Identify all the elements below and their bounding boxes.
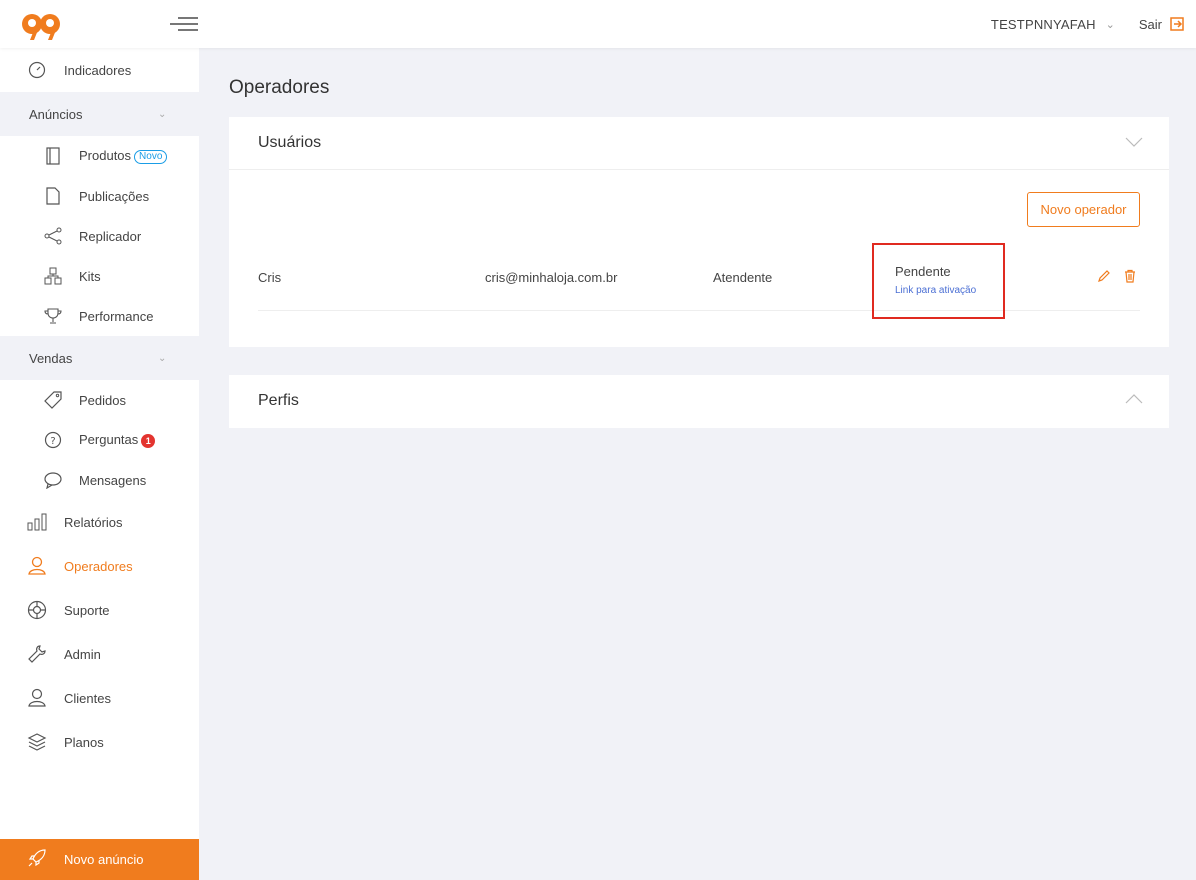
share-icon xyxy=(43,226,63,246)
sidebar-section-anuncios[interactable]: Anúncios ⌄ xyxy=(0,92,199,136)
usuarios-card: Usuários Novo operador Cris cris@minhalo… xyxy=(229,117,1169,347)
logout-label: Sair xyxy=(1138,16,1162,32)
sidebar-item-label: Admin xyxy=(64,646,101,662)
sidebar-item-relatorios[interactable]: Relatórios xyxy=(0,502,199,542)
sidebar-item-operadores[interactable]: Operadores xyxy=(0,546,199,586)
sidebar-item-publicacoes[interactable]: Publicações xyxy=(0,176,199,216)
sidebar-item-label: Publicações xyxy=(79,188,150,204)
sidebar-item-label-wrap: Perguntas 1 xyxy=(79,432,156,448)
sidebar-item-indicadores[interactable]: Indicadores xyxy=(0,50,199,90)
notebook-icon xyxy=(43,146,63,166)
user-area: TESTPNNYAFAH ⌄ Sair xyxy=(991,0,1184,48)
users-icon xyxy=(27,556,47,576)
sidebar-item-label: Mensagens xyxy=(79,472,147,488)
top-bar: TESTPNNYAFAH ⌄ Sair xyxy=(0,0,1196,48)
menu-toggle-icon[interactable] xyxy=(170,14,198,34)
sidebar-item-label: Relatórios xyxy=(64,514,123,530)
perfis-card-header[interactable]: Perfis xyxy=(229,375,1169,428)
table-row: Cris cris@minhaloja.com.br Atendente Pen… xyxy=(258,242,1140,319)
usuarios-card-header[interactable]: Usuários xyxy=(229,117,1169,170)
card-title: Usuários xyxy=(258,134,322,151)
sidebar-item-label: Replicador xyxy=(79,228,142,244)
sidebar-item-kits[interactable]: Kits xyxy=(0,256,199,296)
notification-badge: 1 xyxy=(141,433,156,448)
sidebar-item-planos[interactable]: Planos xyxy=(0,722,199,762)
sidebar-item-performance[interactable]: Performance xyxy=(0,296,199,336)
sidebar-item-produtos[interactable]: Produtos Novo xyxy=(0,136,199,176)
rocket-icon xyxy=(27,848,47,871)
chevron-down-icon: ⌄ xyxy=(158,352,167,364)
sidebar-item-mensagens[interactable]: Mensagens xyxy=(0,460,199,500)
lifebuoy-icon xyxy=(27,600,47,620)
file-icon xyxy=(43,186,63,206)
perfis-card: Perfis xyxy=(229,375,1169,428)
sidebar-item-label: Produtos xyxy=(79,148,132,164)
kits-icon xyxy=(43,266,63,286)
trophy-icon xyxy=(43,306,63,326)
username[interactable]: TESTPNNYAFAH xyxy=(991,17,1096,32)
question-icon: ? xyxy=(43,430,63,450)
sidebar-item-label: Planos xyxy=(64,734,104,750)
logout-button[interactable]: Sair xyxy=(1139,17,1184,32)
sidebar-item-label: Kits xyxy=(79,268,101,284)
operator-email: cris@minhaloja.com.br xyxy=(485,270,618,285)
sidebar-item-label: Indicadores xyxy=(64,62,132,78)
tag-icon xyxy=(43,390,63,410)
status-highlight-box: Pendente Link para ativação xyxy=(872,243,1005,319)
row-actions xyxy=(1097,269,1137,283)
sidebar-item-label: Operadores xyxy=(64,558,133,574)
sidebar-item-pedidos[interactable]: Pedidos xyxy=(0,380,199,420)
page-title: Operadores xyxy=(229,77,330,98)
sidebar-item-suporte[interactable]: Suporte xyxy=(0,590,199,630)
gauge-icon xyxy=(27,60,47,80)
sidebar-item-label: Performance xyxy=(79,308,154,324)
sidebar-item-label: Clientes xyxy=(64,690,111,706)
chevron-down-icon[interactable]: ⌄ xyxy=(1106,18,1115,31)
operator-name: Cris xyxy=(258,270,282,285)
logout-icon xyxy=(1170,17,1184,31)
bar-chart-icon xyxy=(27,512,47,532)
sidebar-item-admin[interactable]: Admin xyxy=(0,634,199,674)
new-operator-button[interactable]: Novo operador xyxy=(1027,192,1140,227)
svg-text:?: ? xyxy=(50,436,55,447)
new-ad-button[interactable]: Novo anúncio xyxy=(0,839,199,880)
trash-icon[interactable] xyxy=(1123,269,1137,283)
sidebar-item-perguntas[interactable]: ? Perguntas 1 xyxy=(0,420,199,460)
status-text: Pendente xyxy=(895,264,951,279)
sidebar-section-vendas[interactable]: Vendas ⌄ xyxy=(0,336,199,380)
section-label: Vendas xyxy=(29,350,73,366)
sidebar-item-label: Suporte xyxy=(64,602,110,618)
new-badge: Novo xyxy=(134,149,168,164)
sidebar: Indicadores Anúncios ⌄ Produtos Novo Publ… xyxy=(0,48,199,880)
operator-role: Atendente xyxy=(713,270,773,285)
activation-link[interactable]: Link para ativação xyxy=(895,285,976,296)
sidebar-item-label: Pedidos xyxy=(79,392,126,408)
section-label: Anúncios xyxy=(29,106,83,122)
logo[interactable] xyxy=(20,10,62,42)
chevron-down-icon: ⌄ xyxy=(158,108,167,120)
wrench-icon xyxy=(27,644,47,664)
sidebar-item-label-wrap: Produtos Novo xyxy=(79,148,168,164)
card-title: Perfis xyxy=(258,392,299,409)
chat-icon xyxy=(43,470,63,490)
sidebar-item-replicador[interactable]: Replicador xyxy=(0,216,199,256)
sidebar-item-clientes[interactable]: Clientes xyxy=(0,678,199,718)
layers-icon xyxy=(27,732,47,752)
new-ad-label: Novo anúncio xyxy=(64,852,144,867)
chevron-up-icon[interactable] xyxy=(1125,394,1143,404)
user-icon xyxy=(27,688,47,708)
edit-icon[interactable] xyxy=(1097,269,1111,283)
sidebar-item-label: Perguntas xyxy=(79,432,139,448)
chevron-down-icon[interactable] xyxy=(1125,137,1143,147)
